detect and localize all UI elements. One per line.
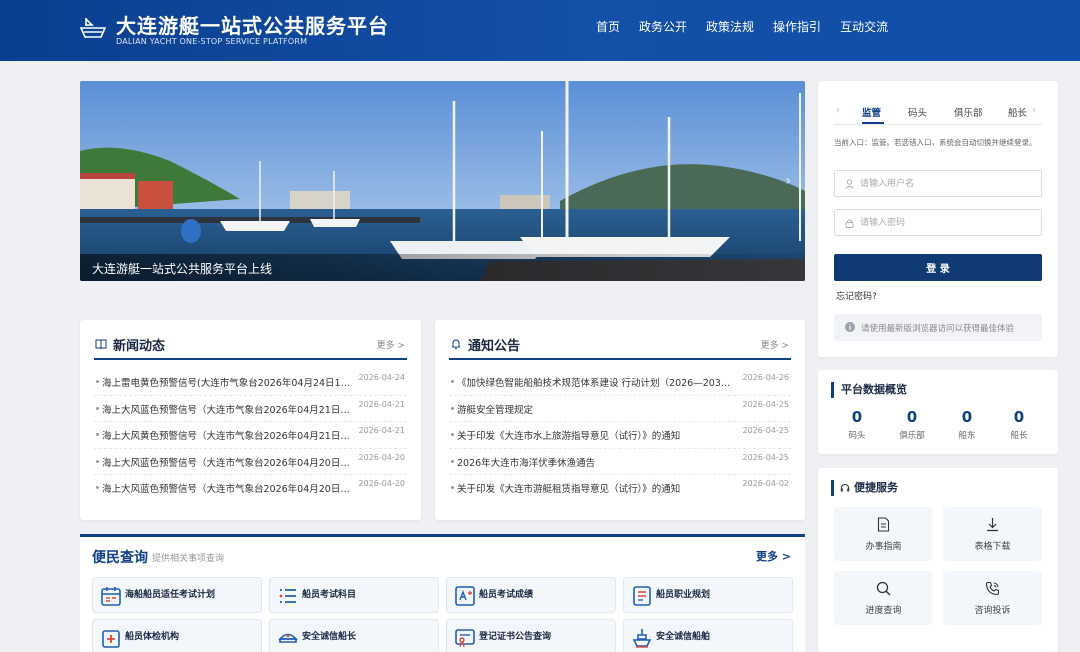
news-item[interactable]: 海上雷电黄色预警信号(大连市气象台2026年04月24日19时5… 2026-04… xyxy=(94,369,407,396)
service-guide[interactable]: 办事指南 xyxy=(834,507,933,561)
notice-card-header: 通知公告 更多 > xyxy=(449,334,791,360)
login-card: ‹ 监管 码头 俱乐部 船长 › 当前入口：监管。若选错入口，系统会自动切换并继… xyxy=(818,81,1058,357)
medical-icon xyxy=(102,630,120,648)
main-nav: 首页 政务公开 政策法规 操作指引 互动交流 xyxy=(596,18,907,35)
service-form-download[interactable]: 表格下载 xyxy=(943,507,1042,561)
notice-list: 《加快绿色智能船舶技术规范体系建设 行动计划（2026—2030年… 2026-0… xyxy=(449,369,791,502)
news-item[interactable]: 海上大风黄色预警信号（大连市气象台2026年04月21日14… 2026-04-2… xyxy=(94,422,407,449)
login-entry-tip: 当前入口：监管。若选错入口，系统会自动切换并继续登录。 xyxy=(834,138,1037,147)
query-item-medical-agency[interactable]: 船员体检机构 xyxy=(92,619,262,652)
browser-tip-box: 请使用最新版浏览器访问以获得最佳体验 xyxy=(834,314,1042,341)
notice-item[interactable]: 游艇安全管理规定 2026-04-25 xyxy=(449,396,791,422)
services-title: 便捷服务 xyxy=(831,480,898,496)
banner-caption[interactable]: 大连游艇一站式公共服务平台上线 xyxy=(92,260,272,277)
news-title: 新闻动态 xyxy=(113,339,166,354)
book-icon xyxy=(95,339,107,350)
captain-icon xyxy=(278,633,298,643)
notice-card: 通知公告 更多 > 《加快绿色智能船舶技术规范体系建设 行动计划（2026—20… xyxy=(435,320,805,520)
query-item-exam-scores[interactable]: 船员考试成绩 xyxy=(446,577,616,613)
news-card: 新闻动态 更多 > 海上雷电黄色预警信号(大连市气象台2026年04月24日19… xyxy=(80,320,421,520)
nav-interaction[interactable]: 互动交流 xyxy=(840,18,888,35)
yacht-logo-icon[interactable] xyxy=(80,16,106,40)
notice-more-link[interactable]: 更多 > xyxy=(761,338,789,351)
notice-item[interactable]: 《加快绿色智能船舶技术规范体系建设 行动计划（2026—2030年… 2026-0… xyxy=(449,369,791,396)
calendar-icon xyxy=(101,587,121,606)
nav-government-affairs[interactable]: 政务公开 xyxy=(639,18,687,35)
banner-image xyxy=(80,81,805,281)
stat-wharf: 0 码头 xyxy=(848,408,866,441)
browser-tip-text: 请使用最新版浏览器访问以获得最佳体验 xyxy=(861,324,1015,334)
password-input[interactable] xyxy=(860,214,1035,232)
stats-title: 平台数据概览 xyxy=(831,382,907,398)
stat-club: 0 俱乐部 xyxy=(899,408,925,441)
document-icon xyxy=(633,586,651,606)
active-tab-indicator xyxy=(862,122,884,124)
quick-services-card: 便捷服务 办事指南 表格下载 进度查询 咨询投诉 xyxy=(818,468,1058,652)
service-progress-query[interactable]: 进度查询 xyxy=(834,571,933,625)
tab-supervision[interactable]: 监管 xyxy=(862,105,881,119)
query-item-career-plan[interactable]: 船员职业规划 xyxy=(623,577,793,613)
notice-item[interactable]: 关于印发《大连市游艇租赁指导意见（试行）》的通知 2026-04-02 xyxy=(449,475,791,502)
tab-prev-arrow[interactable]: ‹ xyxy=(836,105,840,116)
site-title[interactable]: 大连游艇一站式公共服务平台 xyxy=(116,10,389,39)
news-card-header: 新闻动态 更多 > xyxy=(94,334,407,360)
phone-icon xyxy=(985,581,1000,596)
tab-wharf[interactable]: 码头 xyxy=(908,105,927,119)
service-consult-complaint[interactable]: 咨询投诉 xyxy=(943,571,1042,625)
score-icon xyxy=(455,586,475,606)
query-item-exam-subjects[interactable]: 船员考试科目 xyxy=(269,577,439,613)
site-subtitle: DALIAN YACHT ONE-STOP SERVICE PLATFORM xyxy=(116,37,308,46)
banner-caption-bar: 大连游艇一站式公共服务平台上线 xyxy=(80,254,805,281)
news-list: 海上雷电黄色预警信号(大连市气象台2026年04月24日19时5… 2026-04… xyxy=(94,369,407,502)
search-icon xyxy=(876,581,891,596)
nav-policies[interactable]: 政策法规 xyxy=(706,18,754,35)
query-subtitle: 提供相关事项查询 xyxy=(152,554,225,564)
info-icon xyxy=(845,322,855,332)
download-icon xyxy=(987,518,998,532)
news-item[interactable]: 海上大风蓝色预警信号（大连市气象台2026年04月20日08… 2026-04-2… xyxy=(94,475,407,502)
news-item[interactable]: 海上大风蓝色预警信号（大连市气象台2026年04月21日15… 2026-04-2… xyxy=(94,396,407,422)
news-item[interactable]: 海上大风蓝色预警信号（大连市气象台2026年04月20日15… 2026-04-2… xyxy=(94,449,407,475)
password-field[interactable] xyxy=(834,209,1042,236)
forgot-password-link[interactable]: 忘记密码? xyxy=(836,289,877,302)
banner-next-arrow[interactable]: › xyxy=(785,173,791,189)
query-item-safe-vessel[interactable]: 安全诚信船舶 xyxy=(623,619,793,652)
news-more-link[interactable]: 更多 > xyxy=(377,338,405,351)
top-header: 大连游艇一站式公共服务平台 DALIAN YACHT ONE-STOP SERV… xyxy=(0,0,1080,61)
bell-icon xyxy=(452,339,460,349)
login-button[interactable]: 登 录 xyxy=(834,254,1042,281)
query-title: 便民查询 xyxy=(92,550,148,566)
lock-icon xyxy=(845,219,854,228)
query-item-exam-plan[interactable]: 海船船员适任考试计划 xyxy=(92,577,262,613)
list-icon xyxy=(279,589,296,603)
notice-item[interactable]: 2026年大连市海洋伏季休渔通告 2026-04-25 xyxy=(449,449,791,475)
stat-captain: 0 船长 xyxy=(1010,408,1028,441)
headset-icon xyxy=(840,483,850,492)
platform-stats-card: 平台数据概览 0 码头 0 俱乐部 0 船东 0 船长 xyxy=(818,370,1058,454)
tab-captain[interactable]: 船长 xyxy=(1008,105,1027,119)
user-icon xyxy=(845,179,854,189)
ship-icon xyxy=(632,629,652,648)
nav-guide[interactable]: 操作指引 xyxy=(773,18,821,35)
login-role-tabs: ‹ 监管 码头 俱乐部 船长 › xyxy=(834,103,1042,125)
notice-item[interactable]: 关于印发《大连市水上旅游指导意见（试行）》的通知 2026-04-25 xyxy=(449,422,791,449)
banner-carousel[interactable]: › 大连游艇一站式公共服务平台上线 xyxy=(80,81,805,281)
query-more-link[interactable]: 更多 > xyxy=(756,548,791,564)
stat-owner: 0 船东 xyxy=(958,408,976,441)
nav-home[interactable]: 首页 xyxy=(596,18,620,35)
username-field[interactable] xyxy=(834,170,1042,197)
certificate-icon xyxy=(455,629,475,648)
tab-club[interactable]: 俱乐部 xyxy=(954,105,983,119)
tab-next-arrow[interactable]: › xyxy=(1032,105,1036,116)
query-item-certificate-notice[interactable]: 登记证书公告查询 xyxy=(446,619,616,652)
convenience-query-section: 便民查询 提供相关事项查询 更多 > 海船船员适任考试计划 船员考试科目 船员考… xyxy=(80,534,805,652)
document-icon xyxy=(877,517,890,532)
notice-title: 通知公告 xyxy=(468,339,521,354)
query-item-safe-captain[interactable]: 安全诚信船长 xyxy=(269,619,439,652)
username-input[interactable] xyxy=(860,175,1035,193)
